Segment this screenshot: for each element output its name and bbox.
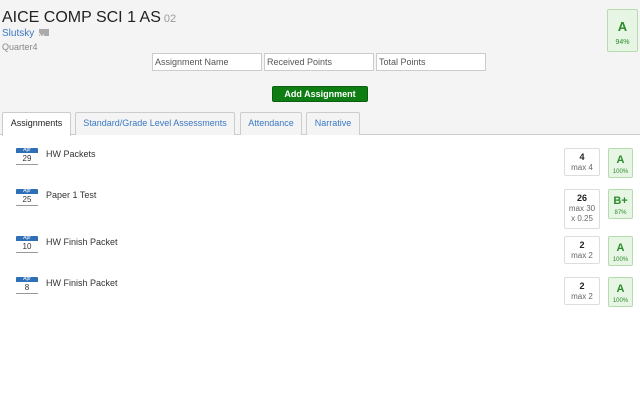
assignment-row[interactable]: Apr 8 HW Finish Packet 2 max 2 A 100% [0, 263, 640, 307]
mail-icon[interactable] [39, 29, 50, 36]
overall-grade-letter: A [617, 19, 628, 34]
date-badge: Apr 29 [16, 148, 38, 165]
date-badge: Apr 8 [16, 277, 38, 294]
points-max: max 2 [571, 292, 593, 301]
tab-assignments[interactable]: Assignments [2, 112, 71, 136]
grade-letter: A [616, 154, 625, 166]
assignment-grade-badge: A 100% [608, 148, 633, 178]
grade-letter: B+ [613, 195, 628, 207]
teacher-row: Slutsky [2, 28, 50, 39]
assignment-name: HW Finish Packet [46, 237, 118, 247]
date-day: 8 [16, 282, 38, 294]
assignment-row[interactable]: Apr 25 Paper 1 Test 26 max 30 x 0.25 B+ … [0, 175, 640, 229]
term-label: Quarter4 [2, 42, 38, 52]
assignment-name: HW Packets [46, 149, 96, 159]
date-badge: Apr 10 [16, 236, 38, 253]
course-period: 02 [163, 13, 177, 25]
course-name: AICE COMP SCI 1 AS [2, 9, 161, 26]
date-day: 29 [16, 153, 38, 165]
grade-letter: A [616, 283, 625, 295]
tab-attendance[interactable]: Attendance [240, 112, 302, 135]
tab-narrative[interactable]: Narrative [306, 112, 360, 135]
course-title: AICE COMP SCI 1 AS 02 [2, 9, 176, 27]
assignment-row[interactable]: Apr 29 HW Packets 4 max 4 A 100% [0, 134, 640, 178]
points-box[interactable]: 2 max 2 [564, 277, 600, 305]
points-box[interactable]: 2 max 2 [564, 236, 600, 264]
date-day: 10 [16, 241, 38, 253]
assignment-grade-badge: A 100% [608, 236, 633, 266]
tab-standard-assessments[interactable]: Standard/Grade Level Assessments [75, 112, 235, 135]
received-points-input[interactable] [264, 53, 374, 71]
points-earned: 26 [576, 193, 587, 203]
points-earned: 2 [579, 240, 585, 250]
assignment-name: Paper 1 Test [46, 190, 97, 200]
assignment-grade-badge: B+ 87% [608, 189, 633, 219]
assignment-name-input[interactable] [152, 53, 262, 71]
overall-grade-percent: 94% [615, 39, 630, 46]
points-max: max 4 [571, 163, 593, 172]
grade-letter: A [616, 242, 625, 254]
overall-grade-badge: A 94% [607, 9, 638, 52]
assignment-row[interactable]: Apr 10 HW Finish Packet 2 max 2 A 100% [0, 222, 640, 266]
points-earned: 2 [579, 281, 585, 291]
points-box[interactable]: 4 max 4 [564, 148, 600, 176]
course-header: AICE COMP SCI 1 AS 02 Slutsky Quarter4 A … [0, 0, 640, 136]
add-assignment-button[interactable]: Add Assignment [272, 86, 368, 102]
teacher-link[interactable]: Slutsky [2, 28, 34, 39]
points-max: max 30 [568, 204, 596, 213]
assignment-grade-badge: A 100% [608, 277, 633, 307]
grade-percent: 87% [614, 210, 627, 216]
tab-bar: Assignments Standard/Grade Level Assessm… [0, 112, 640, 136]
points-max: max 2 [571, 251, 593, 260]
points-earned: 4 [579, 152, 585, 162]
assignment-name: HW Finish Packet [46, 278, 118, 288]
total-points-input[interactable] [376, 53, 486, 71]
grade-percent: 100% [612, 298, 629, 304]
date-day: 25 [16, 194, 38, 206]
date-badge: Apr 25 [16, 189, 38, 206]
